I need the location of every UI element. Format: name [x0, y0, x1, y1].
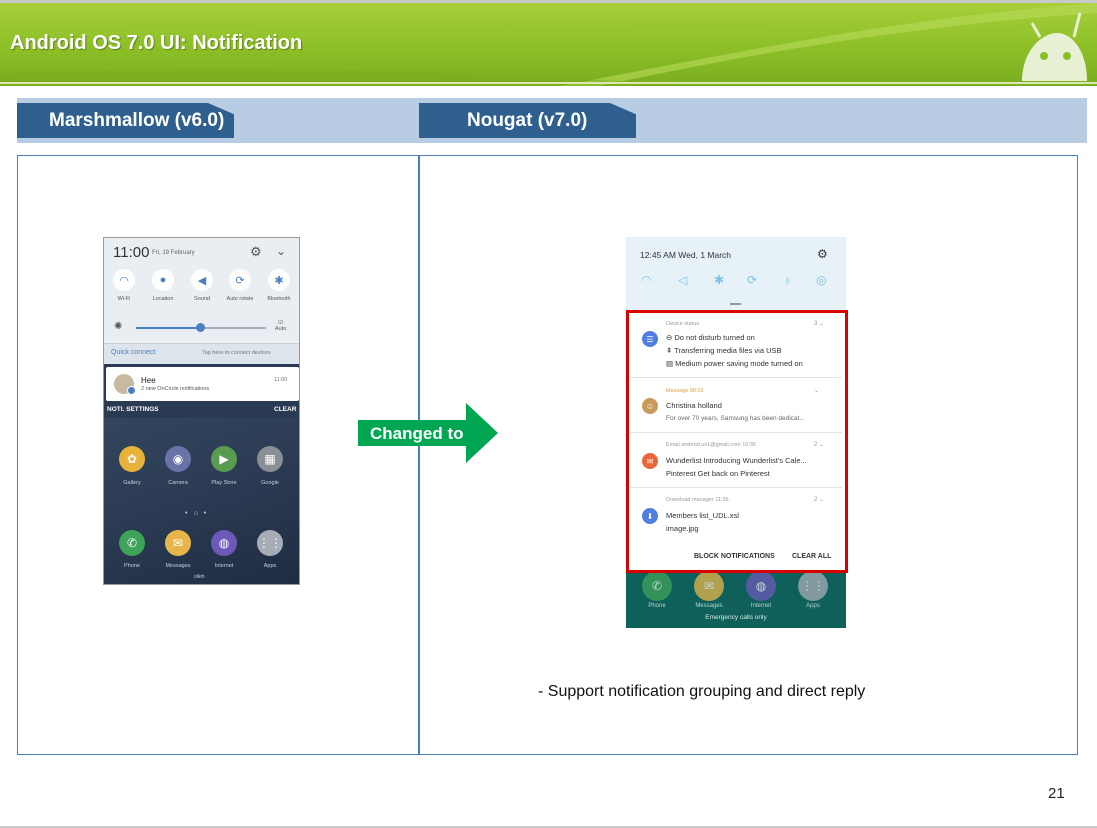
emergency-calls-label: Emergency calls only: [705, 614, 767, 621]
app-label: Internet: [750, 603, 772, 609]
clear-button[interactable]: CLEAR: [274, 406, 296, 413]
tab-marshmallow: Marshmallow (v6.0): [17, 103, 234, 138]
app-internet-icon[interactable]: ◍: [746, 571, 776, 601]
wifi-icon[interactable]: ◠: [113, 269, 135, 291]
mm-date: Fri, 19 February: [152, 250, 195, 256]
qs-label-bluetooth: Bluetooth: [267, 296, 291, 302]
app-messages-icon[interactable]: ✉: [165, 530, 191, 556]
mm-notification-title: Hee: [141, 376, 156, 385]
qs-label-rotate: Auto rotate: [226, 296, 254, 302]
mute-icon[interactable]: ◁: [678, 273, 687, 287]
location-icon[interactable]: ●: [152, 269, 174, 291]
app-label: Messages: [165, 563, 191, 569]
chevron-down-icon[interactable]: ⌄: [276, 244, 286, 258]
app-phone-icon[interactable]: ✆: [642, 571, 672, 601]
auto-brightness-checkbox[interactable]: ☑ Auto: [275, 320, 286, 332]
brightness-slider-fill: [136, 327, 200, 329]
page-indicator: •⌂•: [185, 510, 213, 517]
app-camera-icon[interactable]: ◉: [165, 446, 191, 472]
slide-title: Android OS 7.0 UI: Notification: [10, 32, 303, 54]
app-messages-icon[interactable]: ✉: [694, 571, 724, 601]
bluetooth-icon[interactable]: ✱: [268, 269, 290, 291]
qs-label-sound: Sound: [194, 296, 210, 302]
app-label: Apps: [806, 603, 820, 609]
app-apps-icon[interactable]: ⋮⋮: [257, 530, 283, 556]
brightness-icon: ✺: [114, 321, 123, 332]
location-icon[interactable]: ◎: [816, 273, 826, 287]
qs-label-wifi: Wi-Fi: [117, 296, 131, 302]
quick-connect-hint: Tap here to connect devices: [202, 350, 271, 356]
auto-brightness-label: Auto: [275, 326, 287, 332]
slide-header: Android OS 7.0 UI: Notification: [0, 0, 1097, 86]
app-internet-icon[interactable]: ◍: [211, 530, 237, 556]
rotate-icon[interactable]: ⟳: [229, 269, 251, 291]
mm-notification-subtitle: 2 new OnCircle notifications: [141, 386, 210, 392]
app-label: Gallery: [123, 480, 141, 486]
flashlight-icon[interactable]: ♁: [783, 273, 792, 287]
app-phone-icon[interactable]: ✆: [119, 530, 145, 556]
mm-clock: 11:00: [113, 244, 150, 261]
app-label: Play Store: [211, 480, 237, 486]
settings-gear-icon[interactable]: ⚙: [817, 247, 828, 261]
noti-settings-button[interactable]: NOTI. SETTINGS: [107, 406, 159, 413]
mm-notification-card[interactable]: [106, 367, 299, 401]
page-number: 21: [1048, 785, 1065, 802]
rotate-icon[interactable]: ⟳: [747, 273, 757, 287]
drag-handle[interactable]: [730, 303, 741, 305]
header-divider: [0, 82, 1097, 84]
arrow-label: Changed to: [370, 424, 464, 443]
app-badge-icon: [127, 386, 136, 395]
brightness-slider-knob[interactable]: [196, 323, 205, 332]
quick-connect-label: Quick connect: [111, 349, 156, 356]
mm-notification-time: 11:00: [274, 377, 288, 383]
settings-gear-icon[interactable]: ⚙: [250, 244, 262, 260]
marshmallow-screenshot: 11:00 Fri, 19 February ⚙ ⌄ ◠ ● ◀ ⟳ ✱ Wi-…: [103, 237, 300, 585]
bluetooth-icon[interactable]: ✱: [714, 273, 724, 287]
app-label: Phone: [124, 563, 140, 569]
android-logo-icon: [1022, 12, 1087, 81]
sound-icon[interactable]: ◀: [191, 269, 213, 291]
wifi-icon[interactable]: ◠: [641, 273, 651, 287]
app-label: Internet: [214, 563, 234, 569]
ng-clock-date: 12:45 AM Wed, 1 March: [640, 250, 732, 260]
mm-home-screen: [104, 418, 299, 584]
qs-label-location: Location: [152, 296, 174, 302]
carrier-label: olleh: [194, 574, 205, 580]
app-google-icon[interactable]: ▦: [257, 446, 283, 472]
slide-caption: - Support notification grouping and dire…: [538, 683, 866, 700]
app-label: Apps: [263, 563, 277, 569]
app-gallery-icon[interactable]: ✿: [119, 446, 145, 472]
tab-nougat: Nougat (v7.0): [419, 103, 636, 138]
highlight-frame: [626, 310, 848, 573]
app-apps-icon[interactable]: ⋮⋮: [798, 571, 828, 601]
app-label: Phone: [648, 603, 666, 609]
app-label: Google: [261, 480, 279, 486]
app-label: Messages: [695, 603, 723, 609]
app-play-store-icon[interactable]: ▶: [211, 446, 237, 472]
app-label: Camera: [168, 480, 188, 486]
